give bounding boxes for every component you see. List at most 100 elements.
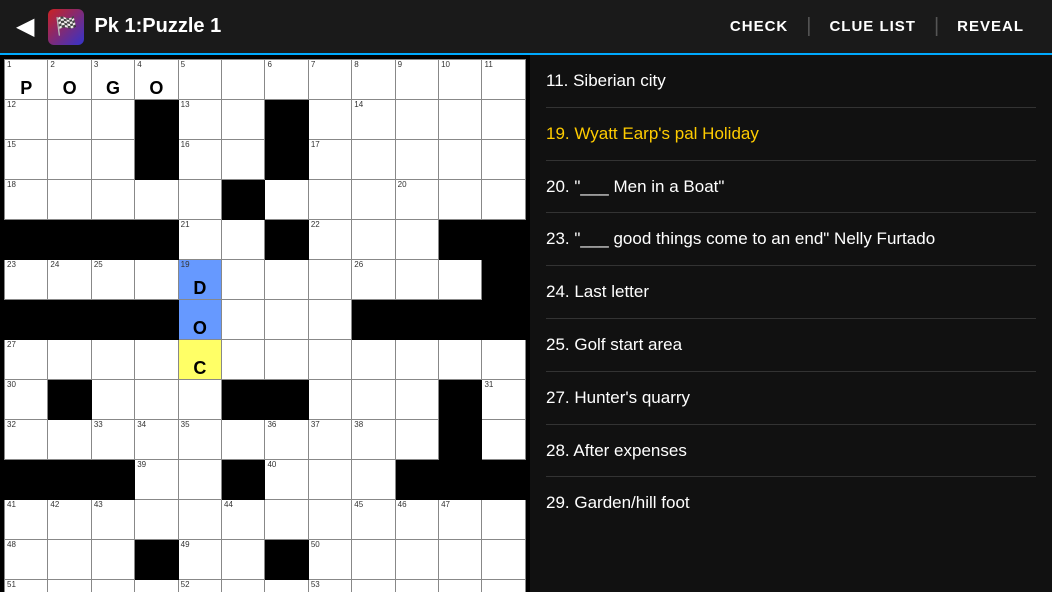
grid-cell[interactable] xyxy=(395,420,438,460)
grid-cell[interactable] xyxy=(91,540,134,580)
grid-cell[interactable] xyxy=(439,340,482,380)
grid-cell[interactable] xyxy=(48,180,91,220)
grid-cell[interactable] xyxy=(48,460,91,500)
grid-cell[interactable]: 42 xyxy=(48,500,91,540)
grid-cell[interactable] xyxy=(135,180,178,220)
grid-cell[interactable] xyxy=(265,140,308,180)
grid-cell[interactable] xyxy=(482,540,526,580)
grid-cell[interactable]: 51 xyxy=(5,580,48,592)
grid-cell[interactable]: 30 xyxy=(5,380,48,420)
grid-cell[interactable] xyxy=(5,220,48,260)
grid-cell[interactable] xyxy=(308,500,351,540)
grid-cell[interactable]: 22 xyxy=(308,220,351,260)
grid-cell[interactable]: 5 xyxy=(178,60,221,100)
grid-cell[interactable]: 4O xyxy=(135,60,178,100)
grid-cell[interactable] xyxy=(135,220,178,260)
grid-cell[interactable] xyxy=(135,500,178,540)
grid-cell[interactable]: 10 xyxy=(439,60,482,100)
grid-cell[interactable]: 52 xyxy=(178,580,221,592)
grid-cell[interactable] xyxy=(135,260,178,300)
grid-cell[interactable] xyxy=(91,460,134,500)
grid-cell[interactable] xyxy=(5,300,48,340)
grid-cell[interactable] xyxy=(48,420,91,460)
grid-cell[interactable] xyxy=(308,460,351,500)
grid-cell[interactable]: 48 xyxy=(5,540,48,580)
grid-cell[interactable]: 23 xyxy=(5,260,48,300)
grid-cell[interactable] xyxy=(395,380,438,420)
grid-cell[interactable]: 3G xyxy=(91,60,134,100)
grid-cell[interactable] xyxy=(91,380,134,420)
grid-cell[interactable] xyxy=(395,340,438,380)
grid-cell[interactable]: 33 xyxy=(91,420,134,460)
grid-cell[interactable]: C xyxy=(178,340,221,380)
grid-cell[interactable] xyxy=(265,340,308,380)
grid-cell[interactable]: 24 xyxy=(48,260,91,300)
clue-27[interactable]: 27. Hunter's quarry xyxy=(546,372,1036,425)
grid-cell[interactable]: 19D xyxy=(178,260,221,300)
grid-cell[interactable] xyxy=(395,100,438,140)
grid-cell[interactable] xyxy=(482,300,526,340)
grid-cell[interactable] xyxy=(308,180,351,220)
grid-cell[interactable]: 2O xyxy=(48,60,91,100)
grid-cell[interactable] xyxy=(308,380,351,420)
grid-cell[interactable] xyxy=(439,140,482,180)
grid-cell[interactable]: 20 xyxy=(395,180,438,220)
grid-cell[interactable] xyxy=(222,540,265,580)
grid-cell[interactable] xyxy=(222,300,265,340)
grid-cell[interactable] xyxy=(222,380,265,420)
grid-cell[interactable] xyxy=(265,220,308,260)
grid-cell[interactable] xyxy=(439,260,482,300)
grid-cell[interactable]: 50 xyxy=(308,540,351,580)
grid-cell[interactable]: 25 xyxy=(91,260,134,300)
grid-cell[interactable] xyxy=(135,140,178,180)
grid-cell[interactable] xyxy=(439,460,482,500)
clue-24[interactable]: 24. Last letter xyxy=(546,266,1036,319)
grid-cell[interactable] xyxy=(178,180,221,220)
grid-cell[interactable]: 8 xyxy=(352,60,395,100)
grid-cell[interactable] xyxy=(395,260,438,300)
grid-cell[interactable] xyxy=(439,100,482,140)
grid-cell[interactable] xyxy=(91,580,134,592)
grid-cell[interactable] xyxy=(439,300,482,340)
grid-cell[interactable] xyxy=(222,340,265,380)
grid-cell[interactable] xyxy=(48,340,91,380)
grid-cell[interactable] xyxy=(48,300,91,340)
grid-cell[interactable] xyxy=(439,420,482,460)
grid-cell[interactable] xyxy=(178,460,221,500)
grid-cell[interactable] xyxy=(482,140,526,180)
grid-cell[interactable] xyxy=(308,340,351,380)
grid-cell[interactable]: 37 xyxy=(308,420,351,460)
grid-cell[interactable] xyxy=(5,460,48,500)
grid-cell[interactable] xyxy=(352,140,395,180)
grid-cell[interactable] xyxy=(482,580,526,592)
grid-cell[interactable] xyxy=(439,380,482,420)
grid-cell[interactable] xyxy=(91,220,134,260)
clue-25[interactable]: 25. Golf start area xyxy=(546,319,1036,372)
grid-cell[interactable]: 49 xyxy=(178,540,221,580)
grid-cell[interactable]: 12 xyxy=(5,100,48,140)
grid-cell[interactable]: 14 xyxy=(352,100,395,140)
grid-cell[interactable] xyxy=(91,300,134,340)
grid-cell[interactable] xyxy=(222,580,265,592)
grid-cell[interactable] xyxy=(265,300,308,340)
grid-cell[interactable] xyxy=(265,260,308,300)
grid-cell[interactable] xyxy=(48,140,91,180)
grid-cell[interactable] xyxy=(222,180,265,220)
grid-cell[interactable] xyxy=(135,580,178,592)
grid-cell[interactable]: 45 xyxy=(352,500,395,540)
crossword-grid[interactable]: 1P2O3G4O56789101112131415161718202122232… xyxy=(0,55,530,592)
grid-cell[interactable] xyxy=(352,540,395,580)
grid-cell[interactable] xyxy=(482,460,526,500)
clue-20[interactable]: 20. "___ Men in a Boat" xyxy=(546,161,1036,214)
grid-cell[interactable] xyxy=(439,220,482,260)
grid-cell[interactable]: 40 xyxy=(265,460,308,500)
grid-cell[interactable]: 39 xyxy=(135,460,178,500)
grid-cell[interactable]: 9 xyxy=(395,60,438,100)
grid-cell[interactable] xyxy=(178,500,221,540)
grid-cell[interactable] xyxy=(48,220,91,260)
check-button[interactable]: CHECK xyxy=(712,10,806,43)
grid-cell[interactable] xyxy=(439,580,482,592)
grid-cell[interactable] xyxy=(91,340,134,380)
grid-cell[interactable] xyxy=(265,580,308,592)
grid-cell[interactable] xyxy=(352,580,395,592)
